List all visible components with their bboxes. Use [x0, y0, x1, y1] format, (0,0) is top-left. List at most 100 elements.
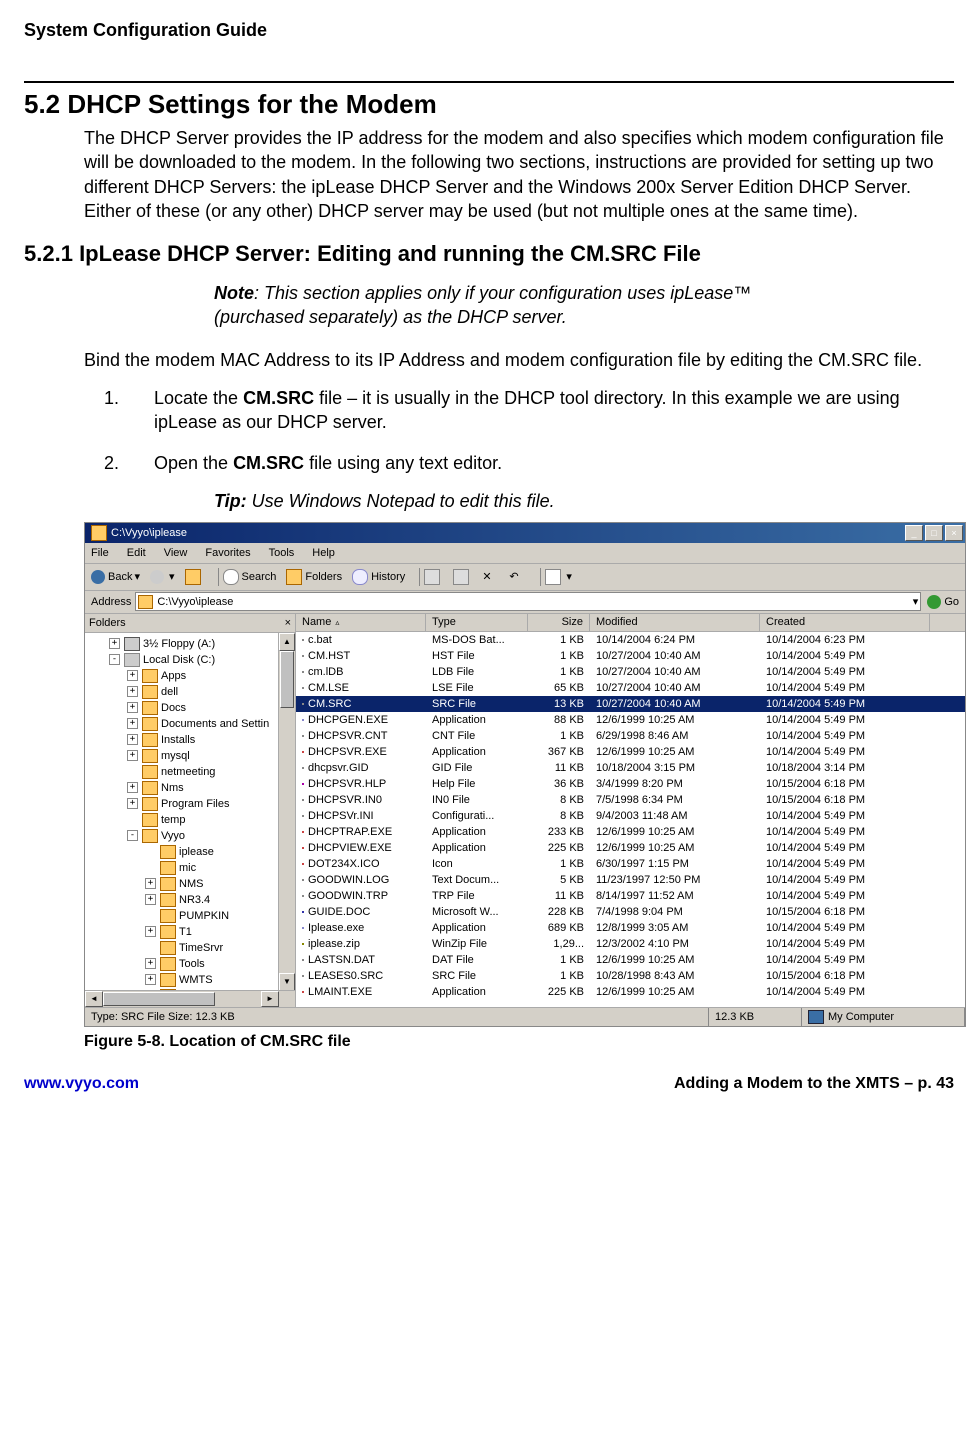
tree-node[interactable]: +3½ Floppy (A:) — [85, 636, 295, 652]
expand-toggle[interactable]: + — [109, 638, 120, 649]
views-button[interactable]: ▾ — [545, 569, 572, 585]
maximize-button[interactable]: □ — [925, 525, 943, 541]
back-button[interactable]: Back▾ — [91, 570, 140, 584]
tree-node[interactable]: TimeSrvr — [85, 940, 295, 956]
file-row[interactable]: DHCPSVR.EXEApplication367 KB12/6/1999 10… — [296, 744, 965, 760]
expand-toggle[interactable]: + — [145, 958, 156, 969]
folder-tree[interactable]: +3½ Floppy (A:)-Local Disk (C:)+Apps+del… — [85, 633, 295, 1007]
tree-node[interactable]: +Program Files — [85, 796, 295, 812]
title-bar[interactable]: C:\Vyyo\iplease _ □ × — [85, 523, 965, 543]
file-row[interactable]: LASTSN.DATDAT File1 KB12/6/1999 10:25 AM… — [296, 952, 965, 968]
tree-node[interactable]: +WMTS — [85, 972, 295, 988]
menu-tools[interactable]: Tools — [269, 547, 295, 559]
expand-toggle[interactable]: + — [127, 734, 138, 745]
column-modified[interactable]: Modified — [590, 614, 760, 631]
copyto-button[interactable] — [453, 569, 472, 585]
file-row[interactable]: CM.LSELSE File65 KB10/27/2004 10:40 AM10… — [296, 680, 965, 696]
expand-toggle[interactable]: - — [127, 830, 138, 841]
menu-help[interactable]: Help — [312, 547, 335, 559]
tree-node[interactable]: +Installs — [85, 732, 295, 748]
expand-toggle[interactable]: + — [145, 894, 156, 905]
go-button[interactable]: Go — [927, 595, 959, 609]
tree-node[interactable]: -Local Disk (C:) — [85, 652, 295, 668]
file-row[interactable]: DHCPSVR.HLPHelp File36 KB3/4/1999 8:20 P… — [296, 776, 965, 792]
expand-toggle[interactable]: + — [127, 798, 138, 809]
menu-favorites[interactable]: Favorites — [205, 547, 250, 559]
expand-toggle[interactable]: + — [145, 974, 156, 985]
scroll-down-button[interactable]: ▼ — [279, 973, 295, 991]
menu-view[interactable]: View — [164, 547, 188, 559]
file-row[interactable]: GOODWIN.LOGText Docum...5 KB11/23/1997 1… — [296, 872, 965, 888]
scroll-thumb[interactable] — [280, 651, 294, 708]
column-created[interactable]: Created — [760, 614, 930, 631]
address-field[interactable]: C:\Vyyo\iplease ▾ — [135, 592, 921, 611]
file-row[interactable]: LEASES0.SRCSRC File1 KB10/28/1998 8:43 A… — [296, 968, 965, 984]
undo-button[interactable]: ↶ — [509, 570, 526, 584]
tree-node[interactable]: +mysql — [85, 748, 295, 764]
file-row[interactable]: DHCPVIEW.EXEApplication225 KB12/6/1999 1… — [296, 840, 965, 856]
tree-node[interactable]: netmeeting — [85, 764, 295, 780]
close-pane-button[interactable]: × — [285, 617, 291, 629]
column-size[interactable]: Size — [528, 614, 590, 631]
tree-node[interactable]: +Tools — [85, 956, 295, 972]
file-row[interactable]: iplease.zipWinZip File1,29...12/3/2002 4… — [296, 936, 965, 952]
expand-toggle[interactable]: + — [127, 718, 138, 729]
tree-node[interactable]: +NR3.4 — [85, 892, 295, 908]
file-row[interactable]: GOODWIN.TRPTRP File11 KB8/14/1997 11:52 … — [296, 888, 965, 904]
tree-node[interactable]: PUMPKIN — [85, 908, 295, 924]
file-row[interactable]: CM.HSTHST File1 KB10/27/2004 10:40 AM10/… — [296, 648, 965, 664]
forward-button[interactable]: ▾ — [150, 570, 175, 584]
file-row[interactable]: Iplease.exeApplication689 KB12/8/1999 3:… — [296, 920, 965, 936]
tree-node[interactable]: temp — [85, 812, 295, 828]
file-row[interactable]: cm.lDBLDB File1 KB10/27/2004 10:40 AM10/… — [296, 664, 965, 680]
expand-toggle[interactable]: + — [127, 750, 138, 761]
file-list[interactable]: c.batMS-DOS Bat...1 KB10/14/2004 6:24 PM… — [296, 632, 965, 1007]
menu-file[interactable]: File — [91, 547, 109, 559]
file-row[interactable]: DHCPGEN.EXEApplication88 KB12/6/1999 10:… — [296, 712, 965, 728]
history-button[interactable]: History — [352, 569, 405, 585]
expand-toggle[interactable]: + — [127, 702, 138, 713]
expand-toggle[interactable]: + — [127, 782, 138, 793]
column-type[interactable]: Type — [426, 614, 528, 631]
tree-node[interactable]: +Apps — [85, 668, 295, 684]
file-row[interactable]: GUIDE.DOCMicrosoft W...228 KB7/4/1998 9:… — [296, 904, 965, 920]
file-row[interactable]: dhcpsvr.GIDGID File11 KB10/18/2004 3:15 … — [296, 760, 965, 776]
scroll-up-button[interactable]: ▲ — [279, 633, 295, 651]
tree-node[interactable]: +Docs — [85, 700, 295, 716]
tree-node[interactable]: +Nms — [85, 780, 295, 796]
file-row[interactable]: DHCPTRAP.EXEApplication233 KB12/6/1999 1… — [296, 824, 965, 840]
tree-node[interactable]: +Documents and Settin — [85, 716, 295, 732]
tree-node[interactable]: -Vyyo — [85, 828, 295, 844]
folders-button[interactable]: Folders — [286, 569, 342, 585]
close-button[interactable]: × — [945, 525, 963, 541]
expand-toggle[interactable]: + — [145, 878, 156, 889]
menu-edit[interactable]: Edit — [127, 547, 146, 559]
file-row[interactable]: c.batMS-DOS Bat...1 KB10/14/2004 6:24 PM… — [296, 632, 965, 648]
file-row[interactable]: CM.SRCSRC File13 KB10/27/2004 10:40 AM10… — [296, 696, 965, 712]
file-row[interactable]: DOT234X.ICOIcon1 KB6/30/1997 1:15 PM10/1… — [296, 856, 965, 872]
tree-node[interactable]: +NMS — [85, 876, 295, 892]
footer-url[interactable]: www.vyyo.com — [24, 1075, 139, 1093]
scroll-left-button[interactable]: ◄ — [85, 991, 103, 1007]
expand-toggle[interactable]: + — [127, 670, 138, 681]
expand-toggle[interactable]: + — [145, 926, 156, 937]
tree-node[interactable]: mic — [85, 860, 295, 876]
file-row[interactable]: DHCPSVR.CNTCNT File1 KB6/29/1998 8:46 AM… — [296, 728, 965, 744]
search-button[interactable]: Search — [223, 569, 277, 585]
up-button[interactable] — [185, 569, 204, 585]
tree-node[interactable]: iplease — [85, 844, 295, 860]
file-row[interactable]: DHCPSVR.IN0IN0 File8 KB7/5/1998 6:34 PM1… — [296, 792, 965, 808]
scroll-thumb-h[interactable] — [103, 992, 215, 1006]
tree-hscrollbar[interactable]: ◄ ► — [85, 990, 295, 1007]
expand-toggle[interactable]: - — [109, 654, 120, 665]
tree-node[interactable]: +T1 — [85, 924, 295, 940]
file-row[interactable]: LMAINT.EXEApplication225 KB12/6/1999 10:… — [296, 984, 965, 1000]
tree-node[interactable]: +dell — [85, 684, 295, 700]
minimize-button[interactable]: _ — [905, 525, 923, 541]
moveto-button[interactable] — [424, 569, 443, 585]
file-row[interactable]: DHCPSVr.INIConfigurati...8 KB9/4/2003 11… — [296, 808, 965, 824]
delete-button[interactable]: ✕ — [482, 570, 499, 584]
expand-toggle[interactable]: + — [127, 686, 138, 697]
tree-vscrollbar[interactable]: ▲ ▼ — [278, 633, 295, 991]
scroll-right-button[interactable]: ► — [261, 991, 279, 1007]
